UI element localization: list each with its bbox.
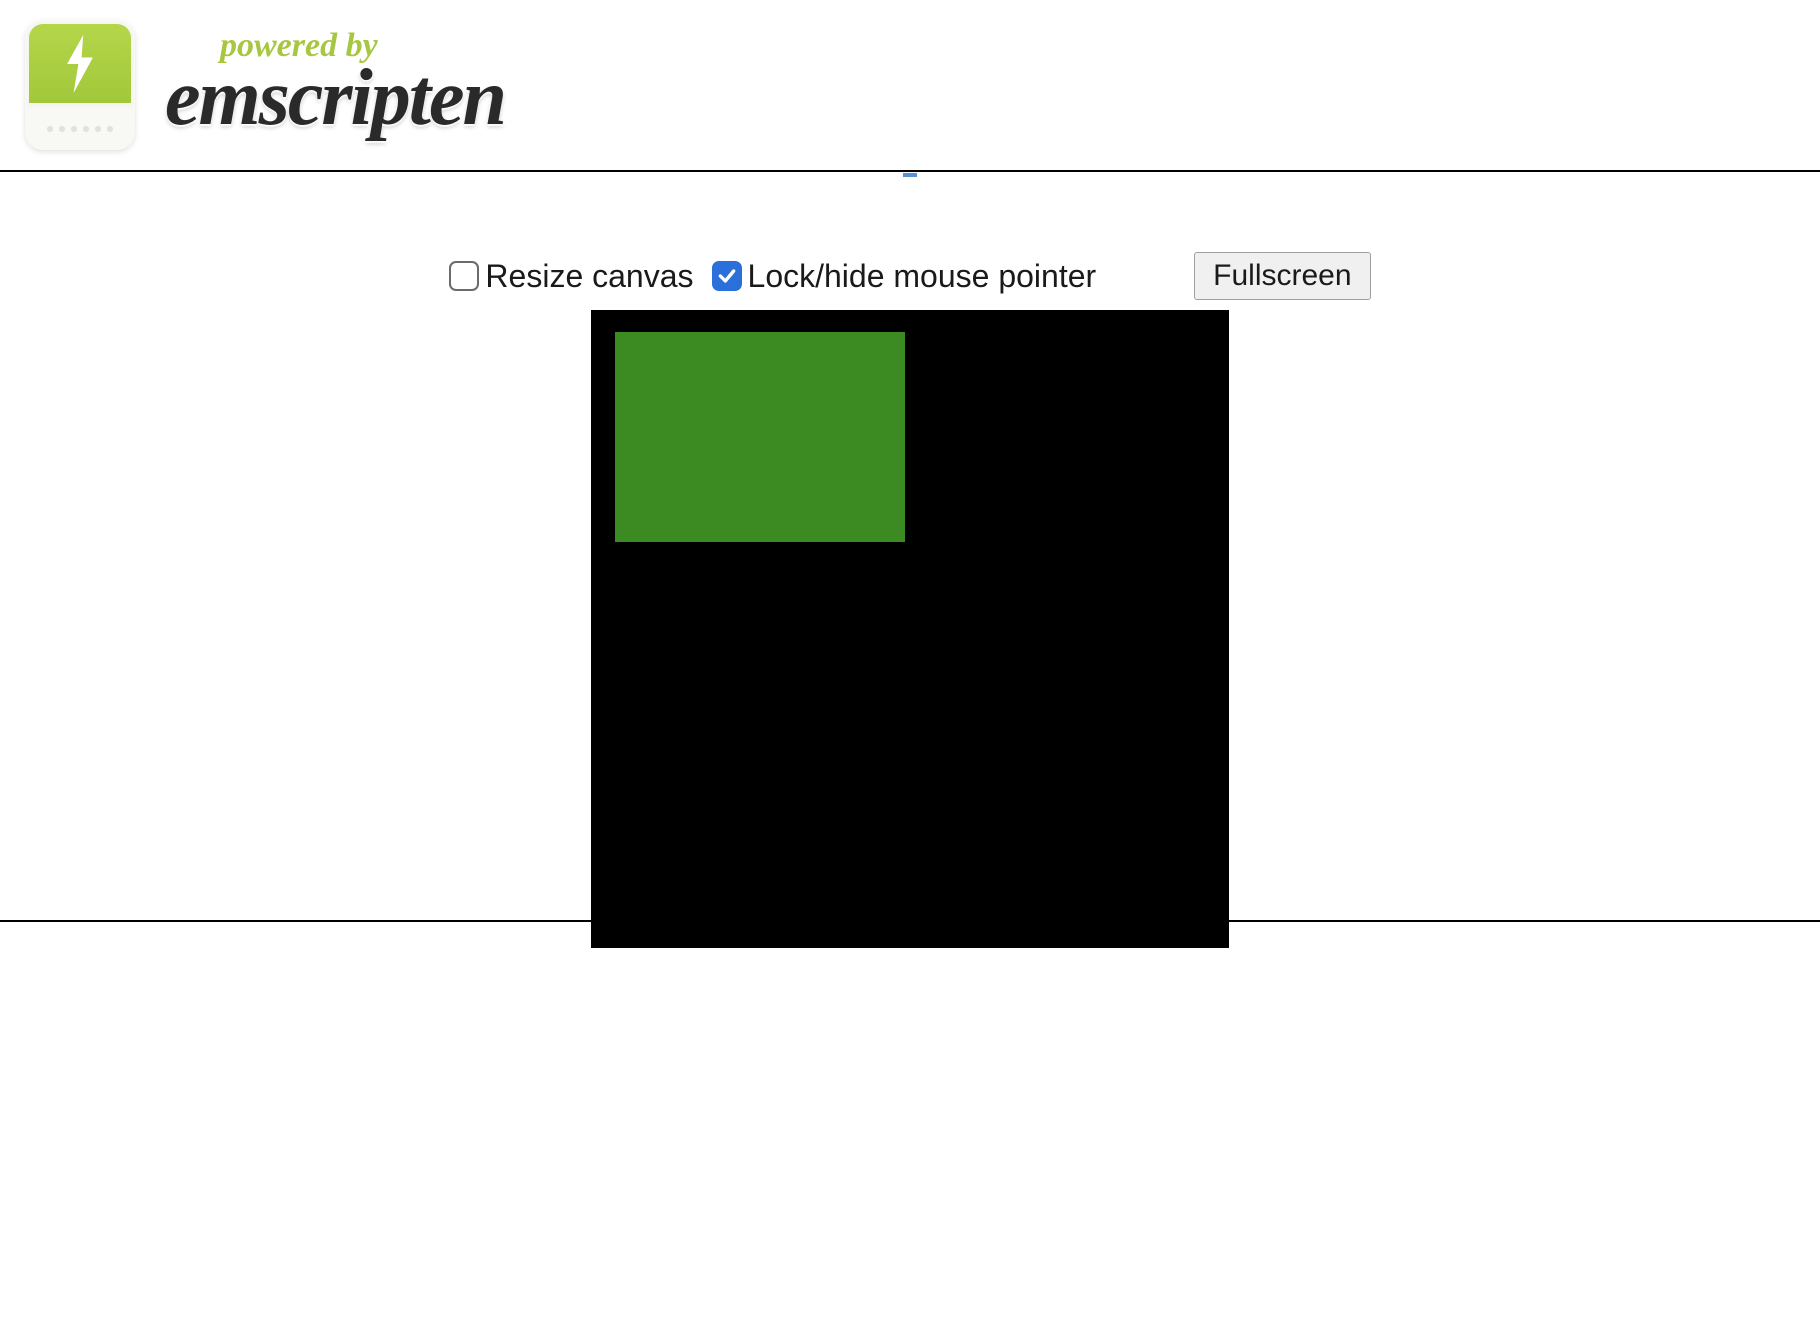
header: powered by emscripten bbox=[0, 0, 1820, 170]
resize-canvas-checkbox[interactable] bbox=[449, 261, 479, 291]
emscripten-logo-icon bbox=[25, 20, 135, 150]
pointer-lock-control: Lock/hide mouse pointer bbox=[712, 258, 1097, 295]
footer-divider bbox=[0, 920, 1820, 922]
resize-canvas-label: Resize canvas bbox=[485, 258, 693, 295]
resize-canvas-control: Resize canvas bbox=[449, 258, 693, 295]
controls-row: Resize canvas Lock/hide mouse pointer Fu… bbox=[0, 252, 1820, 300]
pointer-lock-label: Lock/hide mouse pointer bbox=[748, 258, 1097, 295]
progress-indicator bbox=[0, 164, 1820, 182]
logo-text: powered by emscripten bbox=[165, 27, 505, 144]
logo-bottom-panel bbox=[25, 107, 135, 150]
lightning-bolt-icon bbox=[59, 35, 101, 93]
logo-top-panel bbox=[29, 24, 131, 103]
canvas-container bbox=[0, 310, 1820, 948]
brand-name: emscripten bbox=[165, 53, 505, 144]
pointer-lock-checkbox[interactable] bbox=[712, 261, 742, 291]
render-canvas[interactable] bbox=[591, 310, 1229, 948]
fullscreen-button[interactable]: Fullscreen bbox=[1194, 252, 1370, 300]
rendered-rect bbox=[615, 332, 905, 542]
